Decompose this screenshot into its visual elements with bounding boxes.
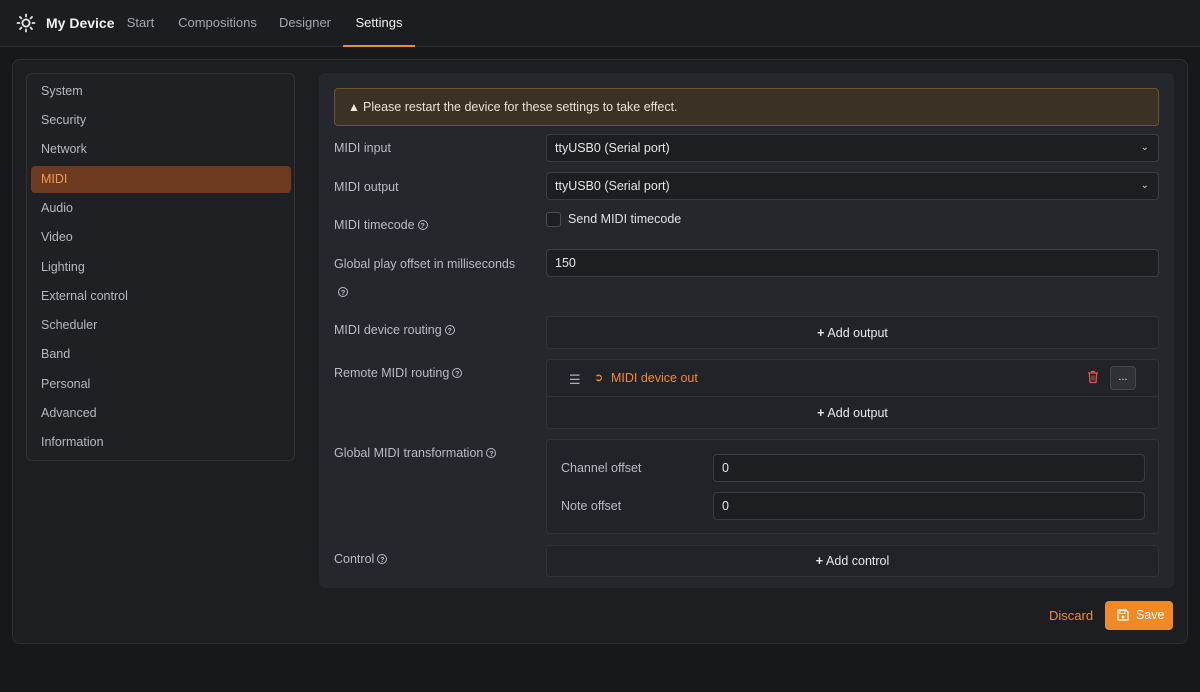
midi-input-label: MIDI input — [334, 141, 391, 155]
sidebar-item-audio[interactable]: Audio — [31, 195, 291, 222]
remote-midi-routing-label: Remote MIDI routing? — [334, 365, 463, 381]
send-midi-timecode-checkbox[interactable] — [546, 212, 561, 227]
add-control-label: Add control — [826, 554, 890, 568]
channel-offset-label: Channel offset — [561, 461, 642, 475]
discard-button[interactable]: Discard — [1049, 608, 1093, 623]
restart-warning: ▲ Please restart the device for these set… — [334, 88, 1159, 126]
sidebar-item-video[interactable]: Video — [31, 224, 291, 251]
drag-handle-icon[interactable]: ☰ — [569, 372, 581, 388]
sidebar-item-information[interactable]: Information — [31, 429, 291, 456]
tab-start[interactable]: Start — [117, 0, 164, 47]
chevron-down-icon: ⌄ — [1140, 180, 1149, 191]
plus-icon: + — [817, 326, 825, 340]
add-output-label: Add output — [827, 406, 888, 420]
route-label[interactable]: MIDI device out — [611, 371, 698, 385]
save-label: Save — [1136, 608, 1165, 622]
midi-device-routing-box: + Add output — [546, 316, 1159, 349]
midi-device-routing-label: MIDI device routing? — [334, 322, 455, 338]
help-icon[interactable]: ? — [486, 448, 497, 458]
sign-out-icon: ➲ — [594, 372, 604, 384]
trash-icon[interactable] — [1087, 370, 1099, 384]
sidebar-item-network[interactable]: Network — [31, 136, 291, 163]
tab-compositions[interactable]: Compositions — [170, 0, 265, 47]
list-item: ☰ ➲ MIDI device out ... — [547, 360, 1158, 397]
brand[interactable]: My Device — [16, 12, 114, 34]
more-options-button[interactable]: ... — [1110, 366, 1136, 390]
control-box: + Add control — [546, 545, 1159, 577]
top-navbar: My Device Start Compositions Designer Se… — [0, 0, 1200, 47]
midi-timecode-label-text: MIDI timecode — [334, 218, 415, 232]
midi-output-label: MIDI output — [334, 180, 399, 194]
note-offset-input[interactable]: 0 — [713, 492, 1145, 520]
plus-icon: + — [815, 554, 824, 568]
save-button[interactable]: Save — [1105, 601, 1173, 630]
play-offset-help: ? — [334, 284, 348, 300]
sun-icon — [16, 13, 36, 33]
remote-midi-routing-box: ☰ ➲ MIDI device out ... + Add output — [546, 359, 1159, 429]
midi-transformation-label: Global MIDI transformation? — [334, 445, 497, 461]
sidebar-item-external-control[interactable]: External control — [31, 283, 291, 310]
send-midi-timecode-label[interactable]: Send MIDI timecode — [568, 212, 681, 227]
help-icon[interactable]: ? — [452, 368, 463, 378]
tab-settings[interactable]: Settings — [343, 0, 415, 47]
midi-timecode-label: MIDI timecode? — [334, 217, 428, 233]
midi-transformation-box: Channel offset 0 Note offset 0 — [546, 439, 1159, 534]
midi-transformation-label-text: Global MIDI transformation — [334, 446, 484, 460]
warning-triangle-icon: ▲ — [348, 100, 360, 114]
sidebar-item-midi[interactable]: MIDI — [31, 166, 291, 193]
midi-output-select[interactable]: ttyUSB0 (Serial port) ⌄ — [546, 172, 1159, 200]
add-output-button[interactable]: + Add output — [547, 406, 1158, 420]
sidebar-item-system[interactable]: System — [31, 78, 291, 105]
help-icon[interactable]: ? — [338, 287, 348, 297]
note-offset-label: Note offset — [561, 499, 622, 513]
chevron-down-icon: ⌄ — [1140, 142, 1149, 153]
remote-midi-routing-label-text: Remote MIDI routing — [334, 366, 450, 380]
add-output-label: Add output — [827, 326, 888, 340]
play-offset-label: Global play offset in milliseconds — [334, 257, 516, 271]
help-icon[interactable]: ? — [377, 554, 388, 564]
plus-icon: + — [817, 406, 825, 420]
midi-output-value: ttyUSB0 (Serial port) — [555, 179, 670, 193]
control-label-text: Control — [334, 552, 375, 566]
warning-text: Please restart the device for these sett… — [363, 100, 678, 114]
app-title: My Device — [46, 15, 115, 31]
sidebar-item-band[interactable]: Band — [31, 341, 291, 368]
sidebar-item-security[interactable]: Security — [31, 107, 291, 134]
midi-input-select[interactable]: ttyUSB0 (Serial port) ⌄ — [546, 134, 1159, 162]
sidebar-item-advanced[interactable]: Advanced — [31, 400, 291, 427]
midi-input-value: ttyUSB0 (Serial port) — [555, 141, 670, 155]
control-label: Control? — [334, 551, 388, 567]
settings-sidebar: System Security Network MIDI Audio Video… — [26, 73, 295, 461]
midi-device-routing-label-text: MIDI device routing — [334, 323, 442, 337]
add-control-button[interactable]: + Add control — [547, 554, 1158, 568]
floppy-disk-icon — [1117, 609, 1129, 621]
tab-designer[interactable]: Designer — [271, 0, 339, 47]
sidebar-item-lighting[interactable]: Lighting — [31, 254, 291, 281]
help-icon[interactable]: ? — [417, 220, 428, 230]
play-offset-input[interactable]: 150 — [546, 249, 1159, 277]
sidebar-item-personal[interactable]: Personal — [31, 371, 291, 398]
channel-offset-input[interactable]: 0 — [713, 454, 1145, 482]
sidebar-item-scheduler[interactable]: Scheduler — [31, 312, 291, 339]
add-output-button[interactable]: + Add output — [547, 326, 1158, 340]
help-icon[interactable]: ? — [444, 325, 455, 335]
